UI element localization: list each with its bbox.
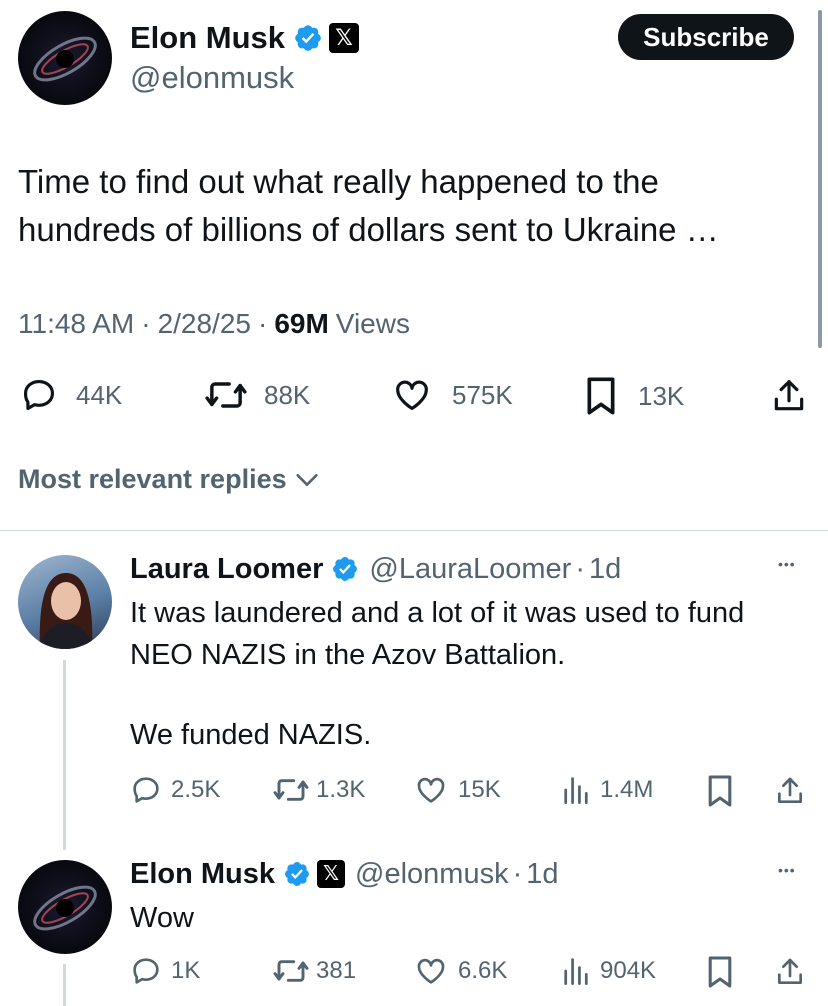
reply1-header: Laura Loomer @LauraLoomer · 1d xyxy=(130,551,621,587)
reply1-repost-count: 1.3K xyxy=(316,776,366,803)
reply2-header: Elon Musk 𝕏 @elonmusk · 1d xyxy=(130,856,559,892)
reply-icon xyxy=(23,379,55,411)
repost-icon xyxy=(205,382,247,408)
separator: · xyxy=(512,857,523,890)
section-divider xyxy=(0,530,828,531)
heart-icon xyxy=(417,958,445,984)
reply2-like-button[interactable]: 6.6K xyxy=(414,955,507,987)
reply1-reply-count: 2.5K xyxy=(171,776,221,803)
reply1-text-line: NEO NAZIS in the Azov Battalion. xyxy=(130,639,566,671)
verified-badge-icon xyxy=(285,862,309,886)
bookmark-button[interactable]: 13K xyxy=(584,376,684,416)
views-count[interactable]: 69M xyxy=(274,308,328,340)
reply2-bookmark-button[interactable] xyxy=(706,955,734,994)
separator: · xyxy=(257,308,268,339)
reply1-text-line: It was laundered and a lot of it was use… xyxy=(130,597,745,629)
thread-line xyxy=(63,660,66,850)
like-count: 575K xyxy=(452,379,513,410)
reply2-reply-count: 1K xyxy=(171,957,201,984)
reply2-repost-button[interactable]: 381 xyxy=(272,955,356,987)
reply2-author-name[interactable]: Elon Musk xyxy=(130,858,275,891)
reply1-avatar[interactable] xyxy=(18,555,112,649)
avatar-image xyxy=(33,36,97,82)
reply1-like-button[interactable]: 15K xyxy=(414,774,501,806)
reply1-age[interactable]: 1d xyxy=(589,553,621,586)
x-affiliate-badge: 𝕏 xyxy=(317,860,346,888)
verified-badge-icon xyxy=(295,25,321,51)
reply2-views-button[interactable]: 904K xyxy=(562,955,656,987)
reply1-view-count: 1.4M xyxy=(600,776,654,803)
tweet-time[interactable]: 11:48 AM xyxy=(18,308,134,340)
chevron-down-icon xyxy=(295,473,318,486)
reply2-repost-count: 381 xyxy=(316,957,357,984)
reply2-handle[interactable]: @elonmusk xyxy=(355,858,509,891)
bookmark-count: 13K xyxy=(638,380,685,411)
like-button[interactable]: 575K xyxy=(392,376,513,414)
reply1-views-button[interactable]: 1.4M xyxy=(562,774,653,806)
reply2-share-button[interactable] xyxy=(774,955,806,994)
analytics-icon xyxy=(564,777,588,804)
bookmark-icon xyxy=(708,775,732,807)
heart-icon xyxy=(396,380,428,411)
repost-button[interactable]: 88K xyxy=(204,376,310,414)
reply1-text-line: We funded NAZIS. xyxy=(130,719,372,751)
verified-badge-icon xyxy=(333,557,358,581)
reply1-bookmark-button[interactable] xyxy=(706,774,734,813)
separator: · xyxy=(575,552,585,585)
views-label: Views xyxy=(335,308,410,339)
bookmark-icon xyxy=(708,956,732,988)
reply1-author-name[interactable]: Laura Loomer xyxy=(130,553,323,586)
reply1-share-button[interactable] xyxy=(774,774,806,813)
reply2-more-icon[interactable]: ••• xyxy=(778,862,796,878)
analytics-icon xyxy=(564,958,588,985)
reply1-like-count: 15K xyxy=(458,776,501,803)
reply1-more-icon[interactable]: ••• xyxy=(778,556,796,572)
reply1-text: It was laundered and a lot of it was use… xyxy=(130,592,820,756)
scrollbar[interactable] xyxy=(818,10,822,348)
share-icon xyxy=(778,958,802,984)
author-name-row: Elon Musk 𝕏 xyxy=(130,18,360,58)
reply2-text: Wow xyxy=(130,902,194,934)
tweet-text: Time to find out what really happened to… xyxy=(18,163,719,248)
repost-icon xyxy=(273,960,309,982)
reply1-repost-button[interactable]: 1.3K xyxy=(272,774,365,806)
bookmark-icon xyxy=(587,377,615,415)
reply-count: 44K xyxy=(76,379,123,410)
reply2-like-count: 6.6K xyxy=(458,957,508,984)
share-button[interactable] xyxy=(770,376,808,421)
share-icon xyxy=(778,777,802,803)
x-affiliate-badge: 𝕏 xyxy=(329,23,360,53)
repost-count: 88K xyxy=(264,379,311,410)
reply2-reply-button[interactable]: 1K xyxy=(130,955,200,987)
reply1-handle[interactable]: @LauraLoomer xyxy=(369,553,571,586)
tweet-date[interactable]: 2/28/25 xyxy=(158,308,251,340)
reply2-avatar[interactable] xyxy=(18,860,112,954)
repost-icon xyxy=(273,779,309,801)
avatar-image xyxy=(33,885,97,931)
reply2-view-count: 904K xyxy=(600,957,657,984)
reply-icon xyxy=(133,777,159,803)
replies-sort-dropdown[interactable]: Most relevant replies xyxy=(18,464,321,495)
reply2-age[interactable]: 1d xyxy=(526,858,558,891)
thread-line xyxy=(63,964,66,1006)
separator: · xyxy=(141,308,151,339)
author-avatar[interactable] xyxy=(18,11,112,105)
tweet-meta: 11:48 AM · 2/28/25 · 69M Views xyxy=(18,308,410,340)
reply-icon xyxy=(133,958,159,984)
subscribe-button[interactable]: Subscribe xyxy=(618,14,794,60)
replies-sort-label: Most relevant replies xyxy=(18,464,287,494)
avatar-image xyxy=(38,573,94,649)
author-name[interactable]: Elon Musk xyxy=(130,20,285,56)
share-icon xyxy=(774,380,804,411)
heart-icon xyxy=(417,777,445,803)
author-handle[interactable]: @elonmusk xyxy=(130,60,294,96)
reply-button[interactable]: 44K xyxy=(20,376,122,414)
reply1-reply-button[interactable]: 2.5K xyxy=(130,774,220,806)
